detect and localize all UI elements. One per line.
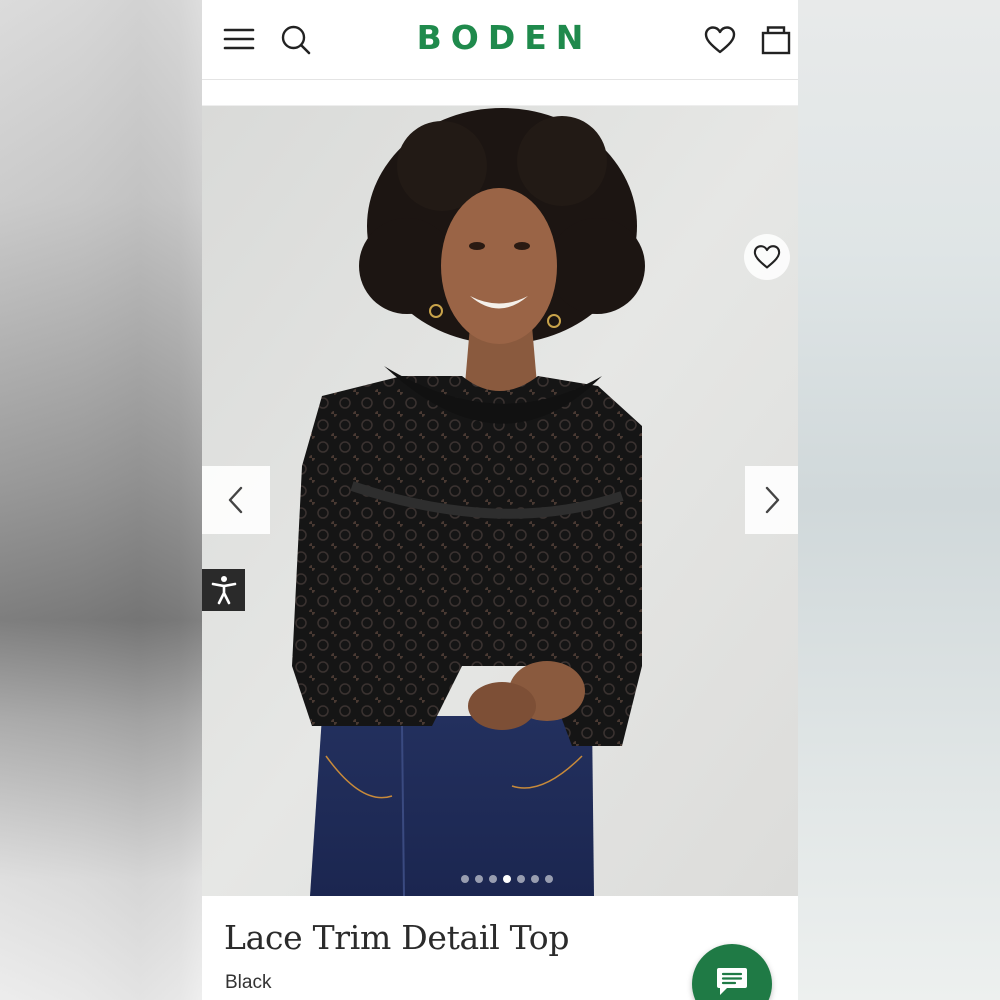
site-header: BODEN [202, 0, 798, 80]
product-title: Lace Trim Detail Top [224, 918, 570, 957]
gallery-dot[interactable] [461, 875, 469, 883]
next-image-button[interactable] [745, 466, 798, 534]
chat-bubble-icon [717, 968, 747, 995]
favourite-heart-icon[interactable] [744, 234, 790, 280]
mobile-page: BODEN Lace Trim Detail Top Black [202, 0, 798, 1000]
product-color: Black [225, 972, 272, 993]
gallery-dot[interactable] [531, 875, 539, 883]
background-blur-right [798, 0, 1000, 1000]
gallery-dot[interactable] [489, 875, 497, 883]
chevron-left-icon [228, 486, 243, 514]
header-substrip [202, 80, 798, 106]
gallery-dot[interactable] [503, 875, 511, 883]
product-image-gallery[interactable] [202, 106, 798, 896]
shopping-bag-icon[interactable] [756, 20, 796, 60]
accessibility-person-icon [211, 576, 236, 605]
gallery-dot[interactable] [517, 875, 525, 883]
gallery-pagination [461, 875, 553, 883]
previous-image-button[interactable] [202, 466, 270, 534]
product-photo [202, 106, 798, 896]
chevron-right-icon [765, 486, 780, 514]
gallery-dot[interactable] [475, 875, 483, 883]
wishlist-heart-icon[interactable] [700, 20, 740, 60]
accessibility-button[interactable] [202, 569, 245, 611]
background-blur-left [0, 0, 205, 1000]
gallery-dot[interactable] [545, 875, 553, 883]
